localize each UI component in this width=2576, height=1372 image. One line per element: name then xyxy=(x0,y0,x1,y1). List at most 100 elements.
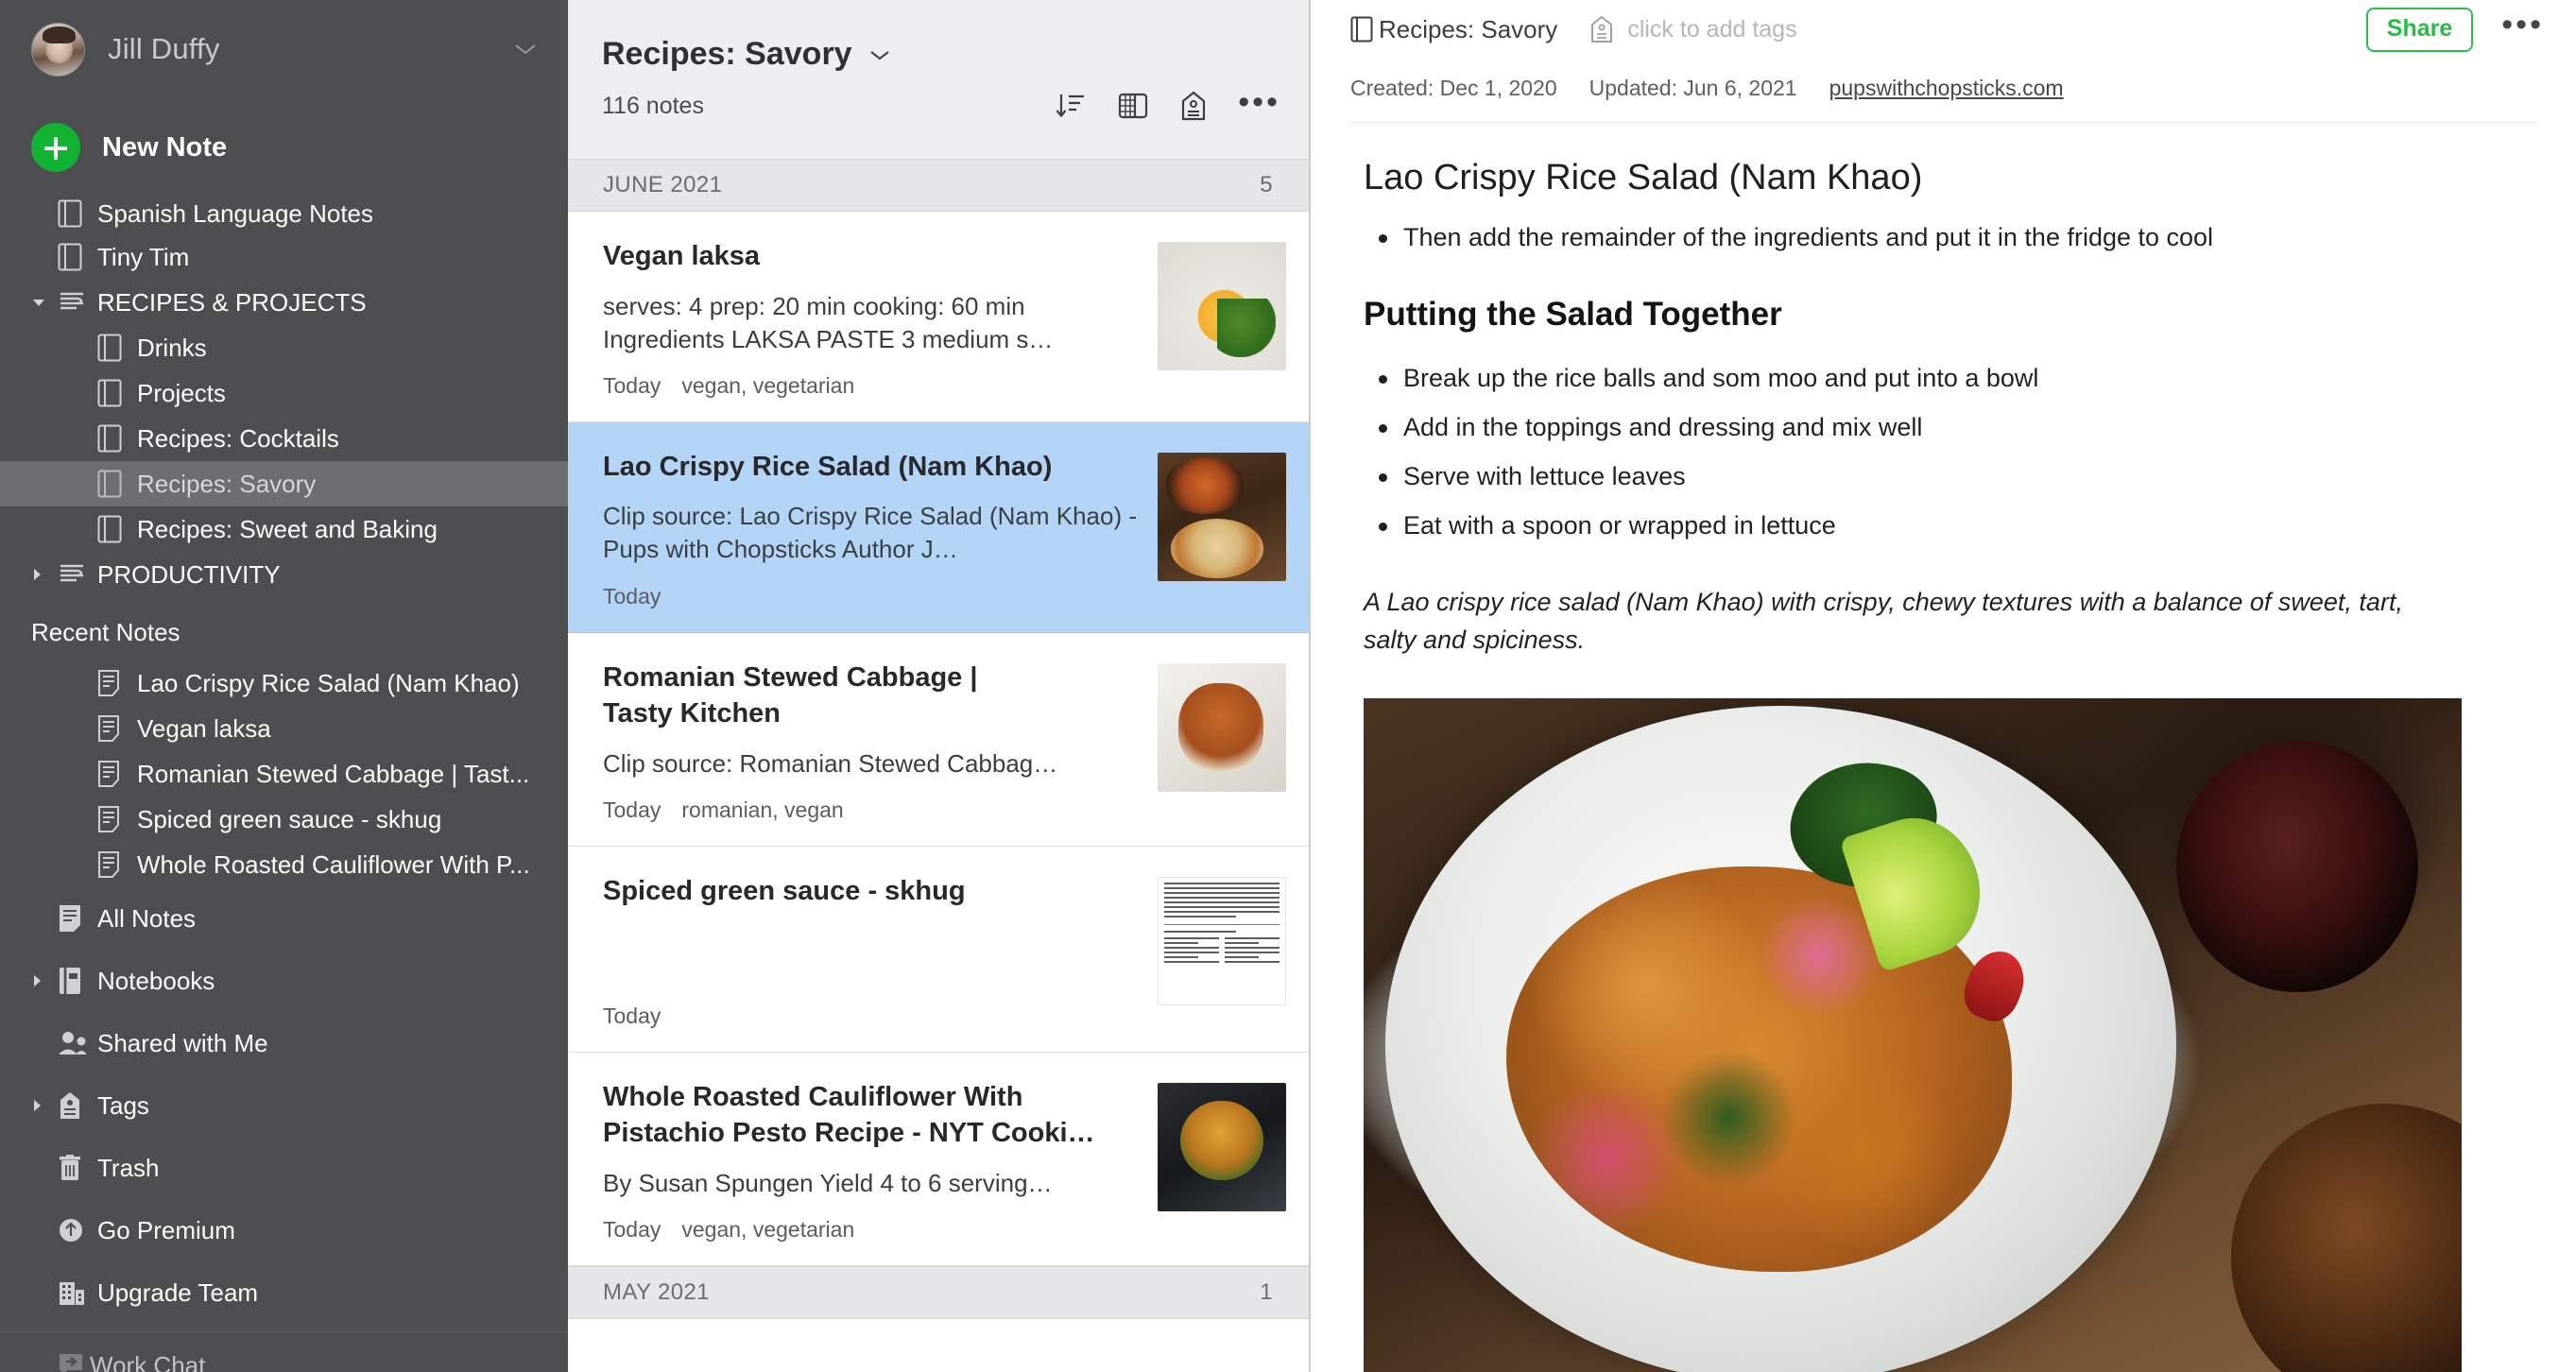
recent-notes-heading: Recent Notes xyxy=(31,618,180,646)
sidebar-item-all-notes[interactable]: All Notes xyxy=(0,887,568,950)
note-item-meta: Today vegan, vegetarian xyxy=(603,373,1141,399)
sidebar-item-trash[interactable]: Trash xyxy=(0,1137,568,1199)
sidebar-item-label: Recipes: Sweet and Baking xyxy=(137,514,438,543)
group-count: 1 xyxy=(1260,1278,1273,1305)
note-list-panel: Recipes: Savory 116 notes ••• JUNE 2021 … xyxy=(568,0,1311,1372)
note-item-snippet: serves: 4 prep: 20 min cooking: 60 min I… xyxy=(603,291,1054,353)
note-item-title: Lao Crispy Rice Salad (Nam Khao) xyxy=(603,451,1053,482)
note-icon xyxy=(97,806,137,832)
section-heading: Putting the Salad Together xyxy=(1364,295,1782,333)
sidebar-item-tiny-tim[interactable]: Tiny Tim xyxy=(0,234,568,280)
all-notes-icon xyxy=(58,904,97,933)
twisty-right-icon[interactable] xyxy=(31,567,58,582)
sidebar-item-label: Tiny Tim xyxy=(97,242,190,271)
note-list-item-partial[interactable] xyxy=(568,1318,1309,1372)
sidebar-item-recipes-savory[interactable]: Recipes: Savory xyxy=(0,461,568,506)
group-label: MAY 2021 xyxy=(603,1278,711,1305)
sidebar-item-tags[interactable]: Tags xyxy=(0,1074,568,1137)
note-item-date: Today xyxy=(603,797,661,822)
recent-note-item[interactable]: Romanian Stewed Cabbage | Tast... xyxy=(0,751,568,797)
sidebar-item-recipes-sweet-and-baking[interactable]: Recipes: Sweet and Baking xyxy=(0,506,568,552)
sidebar-item-upgrade-team[interactable]: Upgrade Team xyxy=(0,1261,568,1324)
created-date: Created: Dec 1, 2020 xyxy=(1350,76,1557,100)
user-name: Jill Duffy xyxy=(108,32,220,65)
recent-note-item[interactable]: Lao Crispy Rice Salad (Nam Khao) xyxy=(0,660,568,706)
note-list-subheader: 116 notes ••• xyxy=(568,73,1309,122)
sort-icon[interactable] xyxy=(1055,90,1087,122)
view-layout-icon[interactable] xyxy=(1117,90,1149,122)
editor-actions: Share ••• xyxy=(2365,7,2544,52)
source-url-link[interactable]: pupswithchopsticks.com xyxy=(1829,76,2064,101)
sidebar-item-label: Shared with Me xyxy=(97,1028,268,1057)
chevron-down-icon[interactable] xyxy=(867,47,892,62)
recent-note-item[interactable]: Spiced green sauce - skhug xyxy=(0,797,568,842)
sidebar-item-label: Upgrade Team xyxy=(97,1278,259,1307)
sidebar-item-shared-with-me[interactable]: Shared with Me xyxy=(0,1012,568,1074)
notebook-icon xyxy=(97,424,137,453)
note-list-item[interactable]: Whole Roasted Cauliflower With Pistachio… xyxy=(568,1052,1309,1266)
tag-icon[interactable] xyxy=(1179,90,1208,122)
twisty-right-icon[interactable] xyxy=(31,1098,58,1113)
list-item: Add in the toppings and dressing and mix… xyxy=(1364,409,2531,446)
share-button[interactable]: Share xyxy=(2365,7,2474,52)
recent-note-label: Romanian Stewed Cabbage | Tast... xyxy=(137,759,530,788)
note-item-date: Today xyxy=(603,583,661,609)
more-icon[interactable]: ••• xyxy=(1238,86,1280,119)
intro-bullet-list: Then add the remainder of the ingredient… xyxy=(1364,219,2531,256)
notebook-icon xyxy=(58,199,97,228)
note-content[interactable]: Lao Crispy Rice Salad (Nam Khao) Then ad… xyxy=(1311,123,2576,1372)
sidebar-item-productivity[interactable]: PRODUCTIVITY xyxy=(0,552,568,597)
note-list-item[interactable]: Spiced green sauce - skhug Today xyxy=(568,846,1309,1053)
sidebar-item-label: Recipes: Cocktails xyxy=(137,423,339,453)
recent-note-item[interactable]: Whole Roasted Cauliflower With P... xyxy=(0,842,568,887)
note-item-meta: Today romanian, vegan xyxy=(603,797,1141,823)
sidebar-item-recipes-cocktails[interactable]: Recipes: Cocktails xyxy=(0,416,568,461)
new-note-label: New Note xyxy=(102,131,228,163)
chevron-down-icon[interactable] xyxy=(513,42,538,57)
stack-icon xyxy=(58,290,97,315)
recent-note-item[interactable]: Vegan laksa xyxy=(0,706,568,751)
list-item: Eat with a spoon or wrapped in lettuce xyxy=(1364,507,2531,544)
note-caption: A Lao crispy rice salad (Nam Khao) with … xyxy=(1364,588,2403,654)
section-bullet-list: Break up the rice balls and som moo and … xyxy=(1364,360,2531,545)
note-list-item-selected[interactable]: Lao Crispy Rice Salad (Nam Khao) Clip so… xyxy=(568,421,1309,633)
updated-date: Updated: Jun 6, 2021 xyxy=(1589,76,1797,100)
editor-add-tags-button[interactable]: click to add tags xyxy=(1589,15,1797,43)
note-item-date: Today xyxy=(603,372,661,398)
note-item-thumbnail xyxy=(1158,662,1286,792)
editor-notebook-button[interactable]: Recipes: Savory xyxy=(1350,15,1557,44)
tag-icon xyxy=(1589,15,1614,43)
note-icon xyxy=(97,670,137,696)
note-group-header: MAY 2021 1 xyxy=(568,1265,1309,1319)
document-preview-lines xyxy=(1164,882,1279,1000)
more-icon[interactable]: ••• xyxy=(2501,9,2544,43)
twisty-down-icon[interactable] xyxy=(31,297,58,308)
list-item: Break up the rice balls and som moo and … xyxy=(1364,360,2531,397)
sidebar-item-label: Tags xyxy=(97,1090,149,1120)
sidebar-item-label: Spanish Language Notes xyxy=(97,198,374,228)
note-item-meta: Today xyxy=(603,584,1141,609)
note-count: 116 notes xyxy=(602,92,704,119)
sidebar-item-projects[interactable]: Projects xyxy=(0,370,568,416)
sidebar-item-drinks[interactable]: Drinks xyxy=(0,325,568,370)
note-list-scroll[interactable]: JUNE 2021 5 Vegan laksa serves: 4 prep: … xyxy=(568,159,1309,1372)
stack-icon xyxy=(58,562,97,587)
new-note-button[interactable]: New Note xyxy=(0,102,568,193)
user-account-row[interactable]: Jill Duffy xyxy=(0,0,568,98)
note-item-content: Spiced green sauce - skhug Today xyxy=(603,873,1158,1029)
sidebar-item-spanish-language-notes[interactable]: Spanish Language Notes xyxy=(0,193,568,234)
twisty-right-icon[interactable] xyxy=(31,973,58,988)
group-count: 5 xyxy=(1260,172,1273,197)
sidebar-item-work-chat[interactable]: Work Chat xyxy=(0,1332,568,1372)
sidebar-item-go-premium[interactable]: Go Premium xyxy=(0,1199,568,1261)
sidebar-item-recipes-and-projects[interactable]: RECIPES & PROJECTS xyxy=(0,280,568,325)
avatar xyxy=(31,22,85,77)
note-list-item[interactable]: Vegan laksa serves: 4 prep: 20 min cooki… xyxy=(568,212,1309,422)
note-list-item[interactable]: Romanian Stewed Cabbage | Tasty Kitchen … xyxy=(568,632,1309,847)
note-item-content: Romanian Stewed Cabbage | Tasty Kitchen … xyxy=(603,660,1158,823)
note-list-title-button[interactable]: Recipes: Savory xyxy=(568,0,1309,73)
sidebar-item-notebooks[interactable]: Notebooks xyxy=(0,950,568,1012)
recent-note-label: Spiced green sauce - skhug xyxy=(137,804,442,833)
note-photo xyxy=(1364,698,2462,1372)
note-item-thumbnail xyxy=(1158,1082,1286,1211)
